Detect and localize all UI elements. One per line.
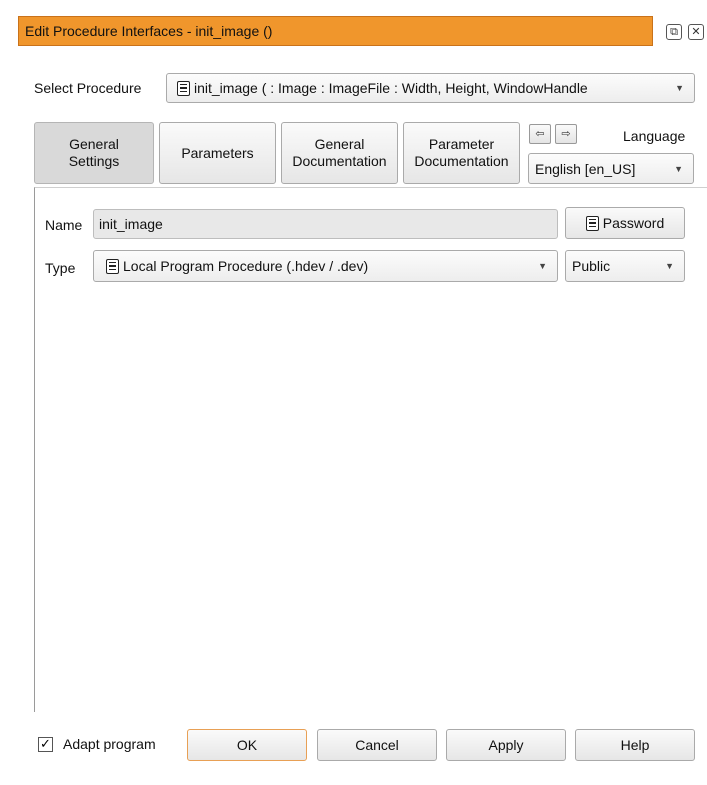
name-label: Name	[45, 217, 83, 233]
tab-label: Documentation	[414, 153, 509, 169]
arrow-left-icon[interactable]: ⇦	[529, 124, 551, 144]
tab-general-documentation[interactable]: General Documentation	[281, 122, 398, 184]
tab-label: General	[314, 136, 365, 152]
tab-parameters[interactable]: Parameters	[159, 122, 276, 184]
adapt-program-label: Adapt program	[63, 736, 156, 752]
chevron-down-icon: ▼	[665, 261, 674, 271]
type-label: Type	[45, 260, 76, 276]
type-select[interactable]: Local Program Procedure (.hdev / .dev) ▼	[93, 250, 558, 282]
tab-label: Documentation	[292, 153, 387, 169]
language-value: English [en_US]	[535, 160, 636, 177]
tab-label: Parameters	[181, 144, 254, 161]
tab-general-settings[interactable]: General Settings	[34, 122, 154, 184]
apply-label: Apply	[488, 736, 524, 753]
ok-label: OK	[236, 736, 258, 753]
cancel-label: Cancel	[355, 736, 399, 753]
arrow-right-icon[interactable]: ⇨	[555, 124, 577, 144]
password-button[interactable]: Password	[565, 207, 685, 239]
select-procedure-label: Select Procedure	[34, 80, 142, 96]
select-procedure-combo[interactable]: init_image ( : Image : ImageFile : Width…	[166, 73, 695, 103]
document-icon	[106, 258, 119, 274]
document-icon	[585, 215, 599, 231]
password-label: Password	[602, 214, 665, 231]
visibility-value: Public	[572, 258, 611, 274]
chevron-down-icon: ▼	[674, 163, 683, 174]
language-select[interactable]: English [en_US] ▼	[528, 153, 694, 184]
language-label: Language	[623, 128, 686, 144]
name-field[interactable]: init_image	[93, 209, 558, 239]
ok-button[interactable]: OK	[187, 729, 307, 761]
tab-label: General	[69, 136, 119, 152]
tab-label: Settings	[68, 153, 120, 169]
name-value: init_image	[99, 216, 163, 232]
restore-icon[interactable]: ⧉	[666, 24, 682, 40]
help-label: Help	[620, 736, 650, 753]
help-button[interactable]: Help	[575, 729, 695, 761]
close-icon[interactable]: ✕	[688, 24, 704, 40]
select-procedure-value: init_image ( : Image : ImageFile : Width…	[194, 80, 588, 96]
cancel-button[interactable]: Cancel	[317, 729, 437, 761]
window-title-bar[interactable]: Edit Procedure Interfaces - init_image (…	[18, 16, 653, 46]
visibility-select[interactable]: Public ▼	[565, 250, 685, 282]
chevron-down-icon: ▼	[675, 83, 684, 93]
apply-button[interactable]: Apply	[446, 729, 566, 761]
adapt-program-checkbox[interactable]: ✓	[38, 737, 53, 752]
window-title: Edit Procedure Interfaces - init_image (…	[25, 23, 273, 39]
type-value: Local Program Procedure (.hdev / .dev)	[123, 258, 369, 274]
document-icon	[177, 80, 190, 96]
tab-parameter-documentation[interactable]: Parameter Documentation	[403, 122, 520, 184]
tab-label: Parameter	[428, 136, 495, 152]
chevron-down-icon: ▼	[538, 261, 547, 271]
